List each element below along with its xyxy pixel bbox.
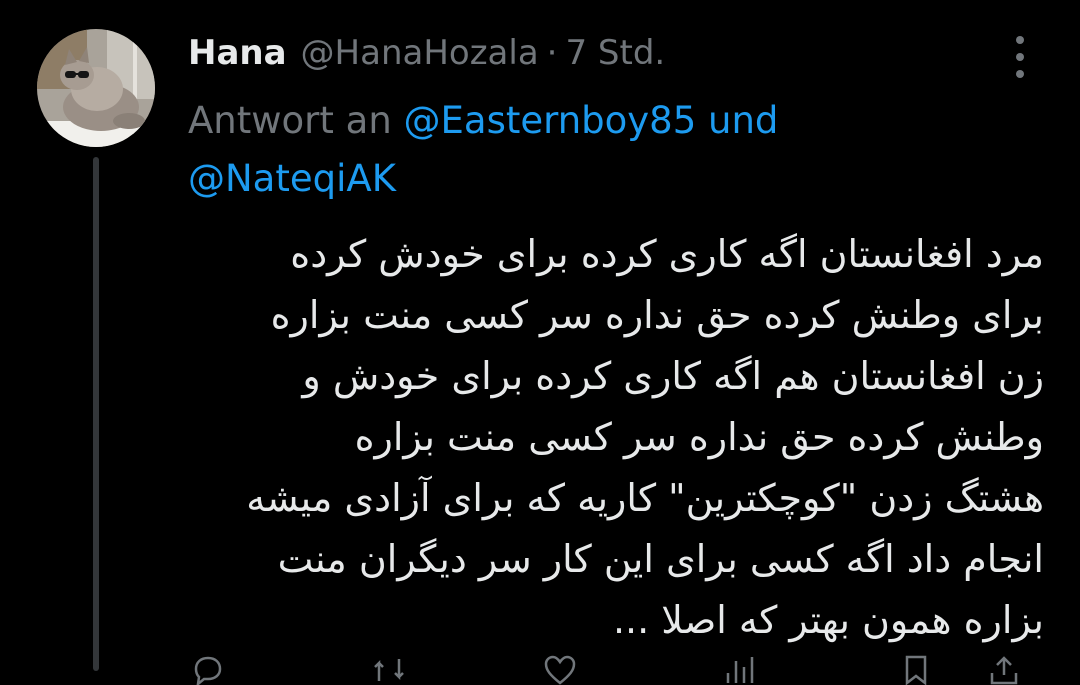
tweet-text-line: برای وطنش کرده حق نداره سر کسی منت بزاره [270,293,1044,337]
views-icon[interactable] [724,655,756,685]
cat-avatar-image [37,29,155,147]
tweet[interactable]: Hana @HanaHozala · 7 Std. Antwort an @Ea… [0,0,1080,685]
share-icon[interactable] [988,655,1020,685]
tweet-text: مرد افغانستان اگه کاری کرده برای خودش کر… [184,224,1044,651]
more-dot [1016,36,1024,44]
tweet-text-line: بزاره همون بهتر که اصلا ... [612,598,1044,642]
tweet-text-line: انجام داد اگه کسی برای این کار سر دیگران… [277,537,1044,581]
reply-prefix: Antwort an [188,99,392,142]
reply-mention-easternboy85[interactable]: @Easternboy85 [404,99,697,142]
reply-icon[interactable] [192,655,224,685]
user-handle[interactable]: @HanaHozala [301,33,539,73]
tweet-text-line: هشتگ زدن "کوچکترین" کاریه که برای آزادی … [246,476,1044,520]
reply-joiner[interactable]: und [708,99,778,142]
retweet-icon[interactable] [373,655,405,685]
more-dot [1016,70,1024,78]
thread-line [93,157,99,671]
tweet-text-line: مرد افغانستان اگه کاری کرده برای خودش کر… [290,232,1044,276]
action-bar [188,655,1038,685]
more-dot [1016,53,1024,61]
display-name[interactable]: Hana [188,33,287,73]
reply-context: Antwort an @Easternboy85 und @NateqiAK [188,92,988,208]
like-icon[interactable] [544,655,576,685]
separator-dot: · [546,33,558,73]
tweet-text-line: زن افغانستان هم اگه کاری کرده برای خودش … [302,354,1044,398]
reply-mention-nateqiak[interactable]: @NateqiAK [188,157,396,200]
timestamp[interactable]: 7 Std. [565,33,665,73]
tweet-header: Hana @HanaHozala · 7 Std. [188,28,665,78]
tweet-text-line: وطنش کرده حق نداره سر کسی منت بزاره [354,415,1044,459]
more-options-icon[interactable] [1004,36,1036,78]
bookmark-icon[interactable] [900,655,932,685]
avatar[interactable] [37,29,155,147]
